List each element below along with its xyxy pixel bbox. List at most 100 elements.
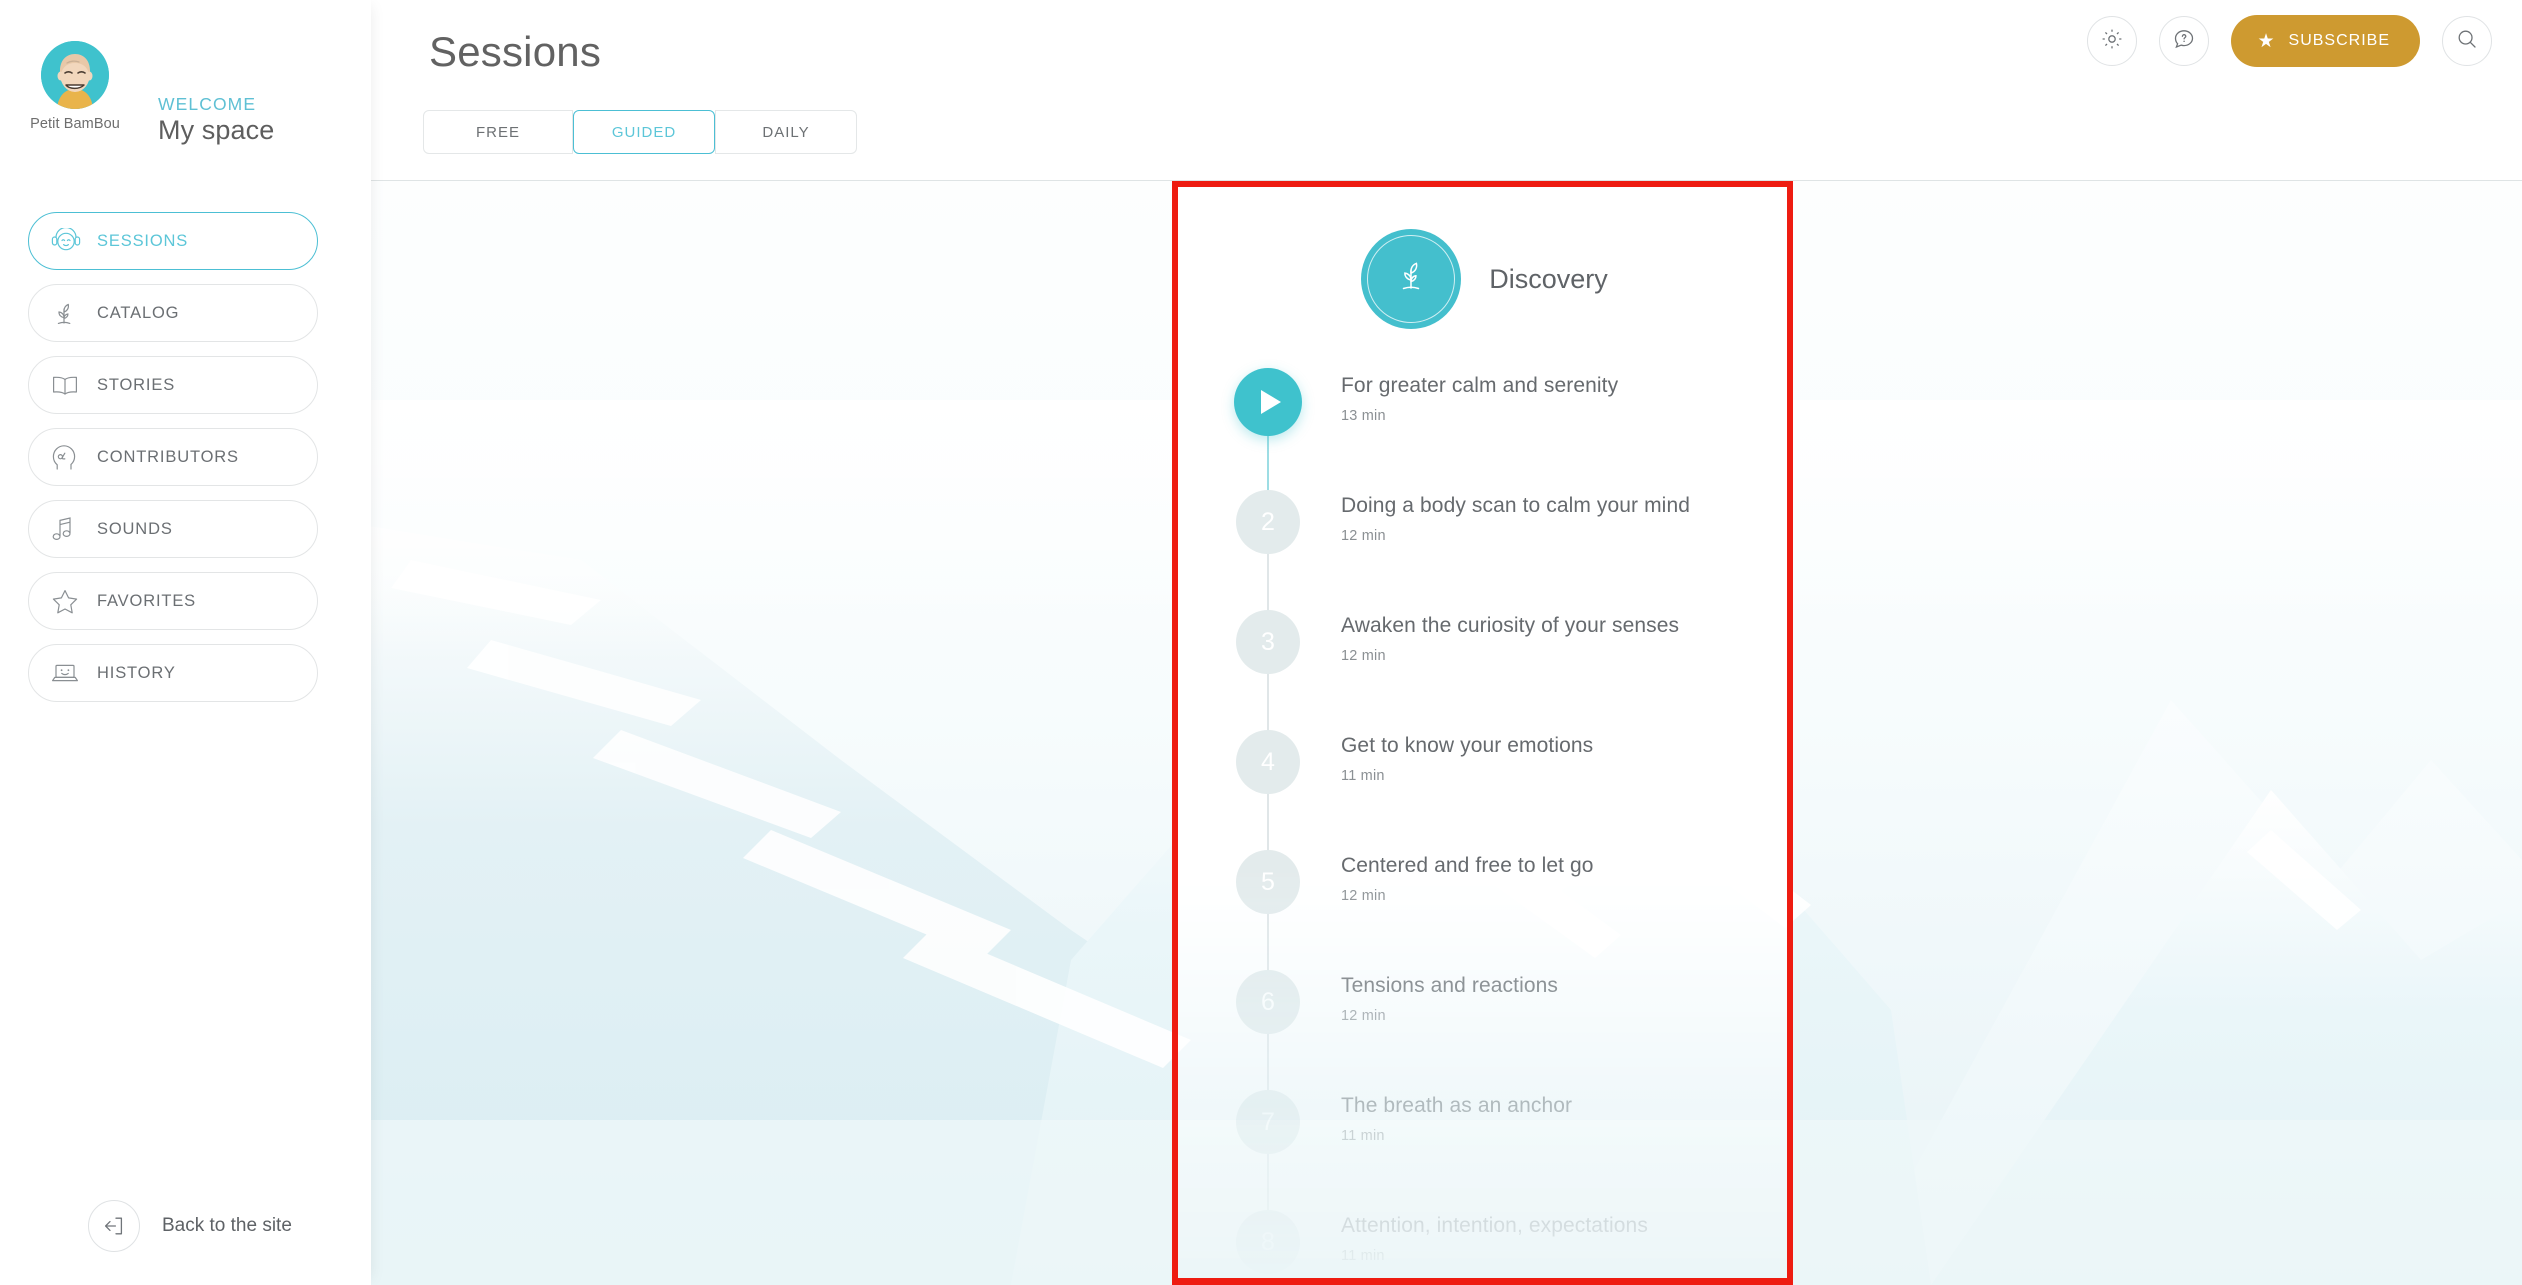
session-title: Doing a body scan to calm your mind [1341, 494, 1691, 517]
sprout-icon [51, 299, 97, 327]
session-number-5: 5 [1236, 850, 1300, 914]
star-outline-icon [51, 588, 97, 615]
session-number-3: 3 [1236, 610, 1300, 674]
sidebar: Petit BamBou WELCOME My space SESSIONS C… [0, 0, 371, 1285]
sidebar-item-contributors[interactable]: CONTRIBUTORS [28, 428, 318, 486]
sidebar-item-favorites[interactable]: FAVORITES [28, 572, 318, 630]
sidebar-item-sessions[interactable]: SESSIONS [28, 212, 318, 270]
user-profile[interactable]: Petit BamBou WELCOME My space [30, 36, 333, 146]
tab-free-label: FREE [475, 123, 520, 141]
search-icon [2455, 27, 2479, 56]
session-row-8[interactable]: 8 Attention, intention, expectations 11 … [1176, 1196, 1793, 1285]
tab-daily-label: DAILY [762, 123, 810, 141]
session-text-5: Centered and free to let go 12 min [1341, 854, 1594, 904]
sidebar-item-label: FAVORITES [97, 591, 197, 610]
session-title: Tensions and reactions [1341, 974, 1558, 997]
session-title: Get to know your emotions [1341, 734, 1594, 757]
session-title: Awaken the curiosity of your senses [1341, 614, 1680, 637]
session-number-6: 6 [1236, 970, 1300, 1034]
help-bubble-icon [2172, 27, 2196, 56]
app-root: Sessions FREE GUIDED DAILY ★ SUBSCRIBE D… [0, 0, 2522, 1285]
sidebar-item-label: CATALOG [97, 303, 180, 322]
open-book-icon [51, 373, 97, 397]
session-text-4: Get to know your emotions 11 min [1341, 734, 1593, 784]
session-title: Attention, intention, expectations [1341, 1214, 1648, 1237]
sidebar-item-label: CONTRIBUTORS [97, 447, 239, 466]
search-button[interactable] [2442, 16, 2492, 66]
session-duration: 11 min [1341, 768, 1385, 784]
timeline-connector [1267, 554, 1269, 610]
star-icon: ★ [2257, 30, 2276, 52]
session-duration: 12 min [1341, 1008, 1386, 1024]
avatar-name: Petit BamBou [30, 116, 120, 132]
sidebar-nav: SESSIONS CATALOG STORIES CONTRIBUTORS SO… [28, 212, 318, 716]
session-text-3: Awaken the curiosity of your senses 12 m… [1341, 614, 1679, 664]
back-to-site-label: Back to the site [162, 1215, 292, 1236]
music-note-icon [51, 515, 97, 543]
subscribe-button[interactable]: ★ SUBSCRIBE [2231, 15, 2420, 67]
my-space-label: My space [158, 115, 275, 145]
session-duration: 12 min [1341, 648, 1386, 664]
page-header: Sessions FREE GUIDED DAILY ★ SUBSCRIBE [371, 0, 2522, 181]
timeline-connector [1267, 914, 1269, 970]
sidebar-item-catalog[interactable]: CATALOG [28, 284, 318, 342]
session-title: Centered and free to let go [1341, 854, 1594, 877]
session-row-7[interactable]: 7 The breath as an anchor 11 min [1176, 1076, 1793, 1210]
settings-button[interactable] [2087, 16, 2138, 66]
subscribe-label: SUBSCRIBE [2288, 32, 2390, 49]
timeline-connector [1267, 674, 1269, 730]
sidebar-item-history[interactable]: HISTORY [28, 644, 318, 702]
session-row-3[interactable]: 3 Awaken the curiosity of your senses 12… [1176, 596, 1793, 730]
header-actions: ★ SUBSCRIBE [2087, 15, 2492, 67]
session-title: The breath as an anchor [1341, 1094, 1573, 1117]
tab-daily[interactable]: DAILY [715, 110, 857, 154]
sidebar-item-sounds[interactable]: SOUNDS [28, 500, 318, 558]
back-to-site-button[interactable]: Back to the site [88, 1200, 292, 1252]
session-row-4[interactable]: 4 Get to know your emotions 11 min [1176, 716, 1793, 850]
session-list: For greater calm and serenity 13 min 2 D… [1176, 356, 1793, 1285]
session-type-tabs: FREE GUIDED DAILY [423, 110, 857, 154]
main-content: Sessions FREE GUIDED DAILY ★ SUBSCRIBE D… [371, 0, 2522, 1285]
session-duration: 13 min [1341, 408, 1386, 424]
sprout-icon [1387, 253, 1435, 306]
session-text-6: Tensions and reactions 12 min [1341, 974, 1558, 1024]
sidebar-item-label: SOUNDS [97, 519, 173, 538]
welcome-label: WELCOME [158, 94, 257, 114]
session-row-2[interactable]: 2 Doing a body scan to calm your mind 12… [1176, 476, 1793, 610]
session-play-button-1[interactable] [1234, 368, 1302, 436]
session-number-8: 8 [1236, 1210, 1300, 1274]
help-button[interactable] [2159, 16, 2210, 66]
session-text-1: For greater calm and serenity 13 min [1341, 374, 1618, 424]
gear-icon [2100, 27, 2124, 56]
sidebar-item-label: STORIES [97, 375, 176, 394]
tab-free[interactable]: FREE [423, 110, 573, 154]
session-program-card: Discovery For greater calm and serenity … [1176, 184, 1793, 1285]
session-text-2: Doing a body scan to calm your mind 12 m… [1341, 494, 1690, 544]
sidebar-item-label: HISTORY [97, 663, 176, 682]
tab-guided[interactable]: GUIDED [573, 110, 715, 154]
session-title: For greater calm and serenity [1341, 374, 1619, 397]
head-profile-icon [51, 443, 97, 471]
laptop-icon [51, 661, 97, 685]
sidebar-item-label: SESSIONS [97, 231, 189, 250]
session-number-7: 7 [1236, 1090, 1300, 1154]
sidebar-item-stories[interactable]: STORIES [28, 356, 318, 414]
headphones-face-icon [51, 228, 97, 254]
session-number-2: 2 [1236, 490, 1300, 554]
session-duration: 12 min [1341, 888, 1386, 904]
session-text-8: Attention, intention, expectations 11 mi… [1341, 1214, 1648, 1264]
timeline-connector [1267, 1034, 1269, 1090]
session-number-4: 4 [1236, 730, 1300, 794]
timeline-connector [1267, 436, 1269, 490]
page-title: Sessions [429, 28, 602, 75]
exit-arrow-icon [88, 1200, 140, 1252]
card-title: Discovery [1489, 263, 1608, 294]
session-duration: 12 min [1341, 528, 1386, 544]
session-duration: 11 min [1341, 1128, 1385, 1144]
avatar [41, 41, 109, 109]
session-row-5[interactable]: 5 Centered and free to let go 12 min [1176, 836, 1793, 970]
play-icon [1261, 390, 1281, 414]
timeline-connector [1267, 794, 1269, 850]
session-row-1[interactable]: For greater calm and serenity 13 min [1176, 356, 1793, 490]
session-row-6[interactable]: 6 Tensions and reactions 12 min [1176, 956, 1793, 1090]
